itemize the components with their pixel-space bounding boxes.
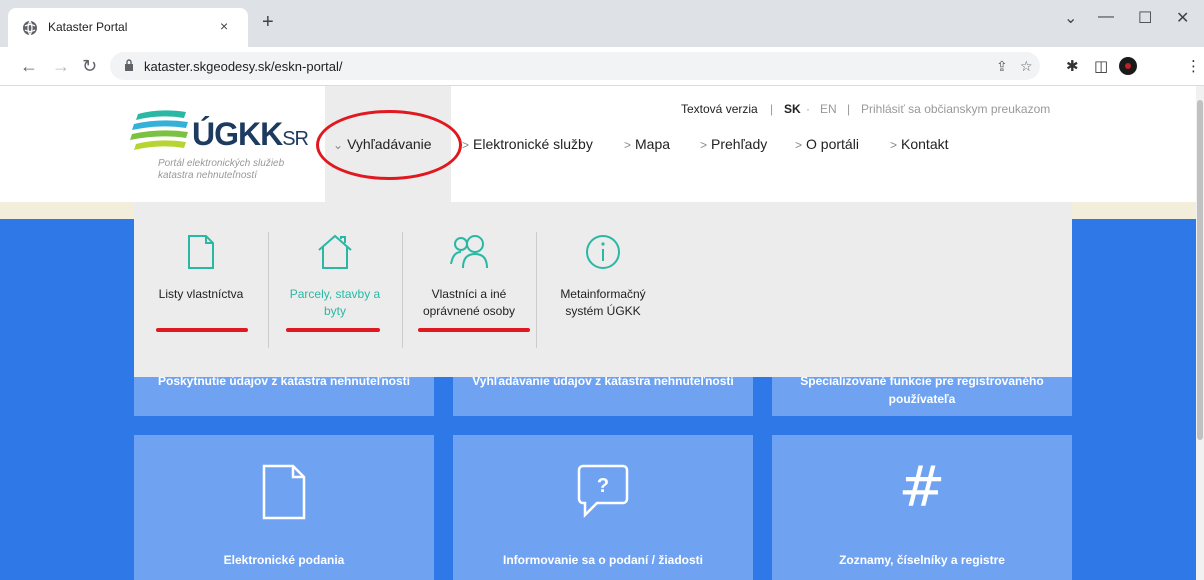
- house-icon: [318, 234, 352, 269]
- document-icon: [262, 464, 306, 520]
- menu-elektronicke-sluzby[interactable]: > Elektronické služby: [462, 136, 593, 152]
- profile-icon[interactable]: [1118, 56, 1138, 76]
- text-version-link[interactable]: Textová verzia: [681, 102, 758, 116]
- search-dropdown-menu: Listy vlastníctva Parcely, stavby a byty …: [134, 202, 1072, 377]
- info-icon: [586, 235, 620, 269]
- extensions-icon[interactable]: ✱: [1066, 57, 1079, 75]
- logo-text: ÚGKKSR: [192, 116, 309, 152]
- hash-icon: #: [898, 455, 946, 520]
- card-label: Informovanie sa o podaní / žiadosti: [502, 553, 704, 567]
- chevron-right-icon: >: [462, 138, 470, 152]
- card-label: Elektronické podania: [223, 553, 345, 567]
- scrollbar[interactable]: [1196, 86, 1204, 580]
- dd-label: Metainformačný systém ÚGKK: [560, 287, 646, 318]
- card-label: používateľa: [888, 392, 956, 406]
- menu-kontakt[interactable]: > Kontakt: [890, 136, 949, 152]
- separator: |: [847, 102, 851, 116]
- red-underline-annotation: [286, 328, 380, 332]
- back-icon[interactable]: ←: [20, 57, 38, 75]
- separator: |: [770, 102, 774, 116]
- red-underline-annotation: [156, 328, 248, 332]
- people-icon: [450, 235, 488, 269]
- browser-toolbar: ← → ↻ kataster.skgeodesy.sk/eskn-portal/…: [0, 47, 1204, 86]
- chevron-right-icon: >: [795, 138, 803, 152]
- dd-label: Parcely, stavby a byty: [289, 287, 381, 318]
- dd-label: Listy vlastníctva: [158, 287, 244, 301]
- new-tab-button[interactable]: +: [262, 12, 274, 32]
- web-page: ÚGKKSR Portál elektronických služieb kat…: [0, 86, 1204, 580]
- lang-en-link[interactable]: EN: [820, 102, 837, 116]
- chevron-right-icon: >: [700, 138, 708, 152]
- card-zoznamy[interactable]: # Zoznamy, číselníky a registre: [772, 435, 1072, 580]
- svg-text:?: ?: [597, 475, 609, 497]
- scrollbar-thumb[interactable]: [1197, 100, 1203, 440]
- question-bubble-icon: ?: [577, 464, 629, 519]
- card-label: Zoznamy, číselníky a registre: [839, 553, 1005, 567]
- chevron-right-icon: >: [890, 138, 898, 152]
- tab-close-icon[interactable]: ×: [220, 18, 228, 34]
- separator-dot: ·: [806, 102, 810, 116]
- dd-item-metainformacny[interactable]: Metainformačný systém ÚGKK: [536, 202, 670, 377]
- logo-stripes-icon: [130, 110, 188, 150]
- browser-tab[interactable]: Kataster Portal ×: [8, 8, 248, 47]
- star-icon[interactable]: ☆: [1020, 58, 1033, 75]
- menu-mapa[interactable]: > Mapa: [624, 136, 670, 152]
- reload-icon[interactable]: ↻: [82, 57, 97, 75]
- login-link[interactable]: Prihlásiť sa občianskym preukazom: [861, 102, 1050, 116]
- red-highlight-ellipse: [316, 110, 462, 180]
- url-text[interactable]: kataster.skgeodesy.sk/eskn-portal/: [144, 59, 342, 74]
- dd-item-listy-vlastnictva[interactable]: Listy vlastníctva: [134, 202, 268, 377]
- sidepanel-icon[interactable]: ◫: [1094, 57, 1108, 75]
- dd-label: Vlastníci a iné oprávnené osoby: [422, 287, 516, 318]
- menu-o-portali[interactable]: > O portáli: [795, 136, 859, 152]
- document-icon: [188, 235, 214, 269]
- card-elektronicke-podania[interactable]: Elektronické podania: [134, 435, 434, 580]
- tab-title: Kataster Portal: [48, 20, 128, 34]
- address-bar[interactable]: kataster.skgeodesy.sk/eskn-portal/ ⇪ ☆: [110, 52, 1040, 80]
- lock-icon[interactable]: [124, 59, 134, 72]
- forward-icon[interactable]: →: [52, 57, 70, 75]
- minimize-button[interactable]: —: [1098, 8, 1114, 26]
- globe-icon: [23, 20, 37, 36]
- maximize-button[interactable]: ☐: [1138, 8, 1152, 28]
- red-underline-annotation: [418, 328, 530, 332]
- menu-prehlady[interactable]: > Prehľady: [700, 136, 767, 152]
- lang-sk-link[interactable]: SK: [784, 102, 801, 116]
- logo-subtitle: Portál elektronických služieb katastra n…: [158, 158, 285, 181]
- dd-item-vlastnici[interactable]: Vlastníci a iné oprávnené osoby: [402, 202, 536, 377]
- logo[interactable]: ÚGKKSR Portál elektronických služieb kat…: [130, 100, 330, 181]
- menu-icon[interactable]: ⋮: [1186, 57, 1201, 75]
- chevron-right-icon: >: [624, 138, 632, 152]
- card-informovanie[interactable]: ? Informovanie sa o podaní / žiadosti: [453, 435, 753, 580]
- close-window-button[interactable]: ✕: [1176, 8, 1189, 28]
- browser-tab-strip: Kataster Portal × + ⌄ — ☐ ✕: [0, 0, 1204, 47]
- dd-item-parcely[interactable]: Parcely, stavby a byty: [268, 202, 402, 377]
- tab-search-icon[interactable]: ⌄: [1064, 8, 1077, 28]
- share-icon[interactable]: ⇪: [996, 58, 1008, 75]
